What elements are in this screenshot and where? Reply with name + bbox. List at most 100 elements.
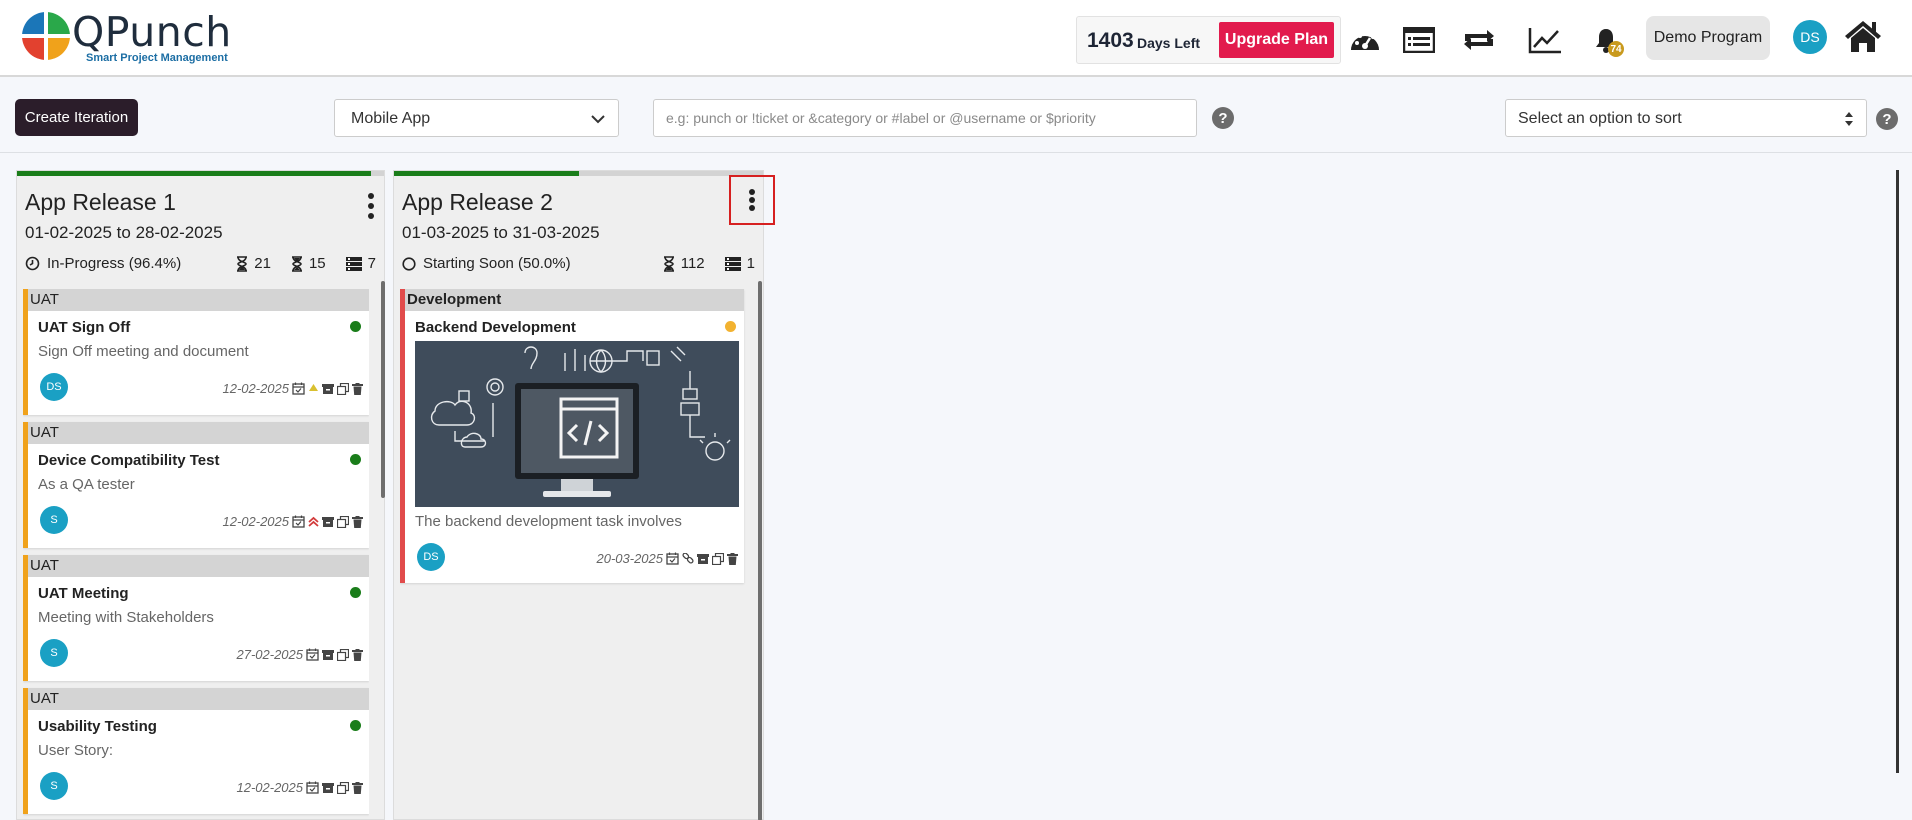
card-status-dot [350, 321, 361, 332]
calendar-check-icon[interactable] [306, 781, 319, 794]
days-left-number: 1403 [1087, 29, 1134, 52]
sort-updown-icon [1845, 112, 1853, 126]
card-category: Development [405, 289, 744, 311]
task-card[interactable]: UAT Usability Testing User Story: S 12-0… [23, 688, 369, 814]
copy-icon[interactable] [337, 781, 349, 794]
trend-chart-icon[interactable] [1525, 20, 1565, 60]
archive-icon[interactable] [322, 516, 334, 528]
card-assignee-avatar[interactable]: DS [40, 373, 68, 401]
user-avatar[interactable]: DS [1793, 20, 1827, 54]
card-assignee-avatar[interactable]: S [40, 639, 68, 667]
task-card[interactable]: Development Backend Development The back… [400, 289, 744, 583]
archive-icon[interactable] [322, 782, 334, 794]
notification-count-badge: 74 [1608, 41, 1624, 57]
hourglass-icon [663, 255, 674, 272]
iteration-status: In-Progress (96.4%) [25, 255, 181, 272]
iteration-stat-c: 1 [746, 255, 755, 272]
upgrade-plan-button[interactable]: Upgrade Plan [1219, 22, 1334, 58]
card-due-date: 27-02-2025 [236, 647, 304, 662]
iteration-cards: Development Backend Development The back… [400, 289, 746, 819]
iteration-title[interactable]: App Release 2 [402, 189, 553, 216]
priority-double-up-icon [308, 516, 319, 527]
card-assignee-avatar[interactable]: S [40, 506, 68, 534]
card-status-dot [725, 321, 736, 332]
card-description: Meeting with Stakeholders [38, 609, 214, 626]
dashboard-gauge-icon[interactable] [1345, 20, 1385, 60]
card-assignee-avatar[interactable]: S [40, 772, 68, 800]
iteration-menu-kebab-icon[interactable] [729, 175, 775, 225]
program-selector-button[interactable]: Demo Program [1646, 16, 1770, 60]
card-category: UAT [28, 688, 369, 710]
card-title[interactable]: Usability Testing [38, 718, 157, 735]
iteration-progress-fill [394, 171, 579, 176]
iteration-status-text: In-Progress (96.4%) [47, 255, 182, 272]
iteration-menu-kebab-icon[interactable] [361, 193, 381, 219]
link-icon[interactable] [682, 552, 694, 565]
chevron-down-icon [591, 115, 605, 124]
hourglass-icon [237, 255, 248, 272]
board-scrollbar[interactable] [1896, 170, 1899, 773]
card-description: As a QA tester [38, 476, 135, 493]
copy-icon[interactable] [337, 382, 349, 395]
task-card[interactable]: UAT UAT Meeting Meeting with Stakeholder… [23, 555, 369, 681]
task-card[interactable]: UAT Device Compatibility Test As a QA te… [23, 422, 369, 548]
card-title[interactable]: UAT Sign Off [38, 319, 130, 336]
card-due-date: 12-02-2025 [222, 514, 290, 529]
card-title[interactable]: Device Compatibility Test [38, 452, 219, 469]
code-monitor-illustration [415, 341, 739, 507]
trash-icon[interactable] [352, 382, 363, 395]
logo-name: QPunch [72, 8, 232, 56]
card-category: UAT [28, 289, 369, 311]
column-scrollbar[interactable] [381, 281, 385, 498]
card-description: Sign Off meeting and document [38, 343, 249, 360]
bell-icon[interactable]: 74 [1586, 20, 1626, 60]
list-view-icon[interactable] [1399, 20, 1439, 60]
qpunch-logo[interactable]: QPunch Smart Project Management [20, 8, 270, 68]
trash-icon[interactable] [727, 552, 738, 565]
iteration-stat-a: 21 [254, 255, 271, 272]
days-left-box: 1403 Days Left Upgrade Plan [1076, 16, 1341, 64]
sort-help-icon[interactable]: ? [1876, 108, 1898, 130]
archive-icon[interactable] [322, 649, 334, 661]
iteration-stat-b: 15 [308, 255, 326, 272]
trash-icon[interactable] [352, 781, 363, 794]
repeat-icon[interactable] [1459, 20, 1499, 60]
create-iteration-button[interactable]: Create Iteration [15, 99, 138, 136]
home-icon[interactable] [1843, 16, 1883, 56]
calendar-check-icon[interactable] [292, 515, 305, 528]
project-select[interactable]: Mobile App [334, 99, 619, 137]
card-cover-image[interactable] [415, 341, 739, 507]
archive-icon[interactable] [697, 553, 709, 565]
card-title[interactable]: Backend Development [415, 319, 576, 336]
search-input[interactable] [653, 99, 1197, 137]
days-left-label: Days Left [1137, 35, 1201, 51]
card-status-dot [350, 720, 361, 731]
copy-icon[interactable] [337, 648, 349, 661]
sort-select-placeholder: Select an option to sort [1518, 110, 1682, 127]
iteration-dates: 01-03-2025 to 31-03-2025 [402, 223, 600, 242]
iteration-stats: 21 15 7 [236, 255, 376, 272]
archive-icon[interactable] [322, 383, 334, 395]
task-card[interactable]: UAT UAT Sign Off Sign Off meeting and do… [23, 289, 369, 415]
card-meta: 12-02-2025 [237, 780, 363, 795]
card-title[interactable]: UAT Meeting [38, 585, 129, 602]
iteration-status: Starting Soon (50.0%) [402, 255, 571, 272]
iteration-title[interactable]: App Release 1 [25, 189, 176, 216]
card-meta: 12-02-2025 [223, 381, 363, 396]
trash-icon[interactable] [352, 648, 363, 661]
trash-icon[interactable] [352, 515, 363, 528]
search-help-icon[interactable]: ? [1212, 107, 1234, 129]
calendar-check-icon[interactable] [292, 382, 305, 395]
calendar-check-icon[interactable] [306, 648, 319, 661]
copy-icon[interactable] [712, 552, 724, 565]
top-header: QPunch Smart Project Management 1403 Day… [0, 0, 1912, 77]
column-scrollbar[interactable] [758, 281, 762, 820]
logo-tagline: Smart Project Management [86, 52, 228, 64]
iteration-cards: UAT UAT Sign Off Sign Off meeting and do… [23, 289, 369, 819]
logo-mark-icon [22, 12, 70, 60]
card-assignee-avatar[interactable]: DS [417, 543, 445, 571]
sort-select[interactable]: Select an option to sort [1505, 99, 1867, 137]
card-due-date: 20-03-2025 [596, 551, 664, 566]
calendar-check-icon[interactable] [666, 552, 679, 565]
copy-icon[interactable] [337, 515, 349, 528]
